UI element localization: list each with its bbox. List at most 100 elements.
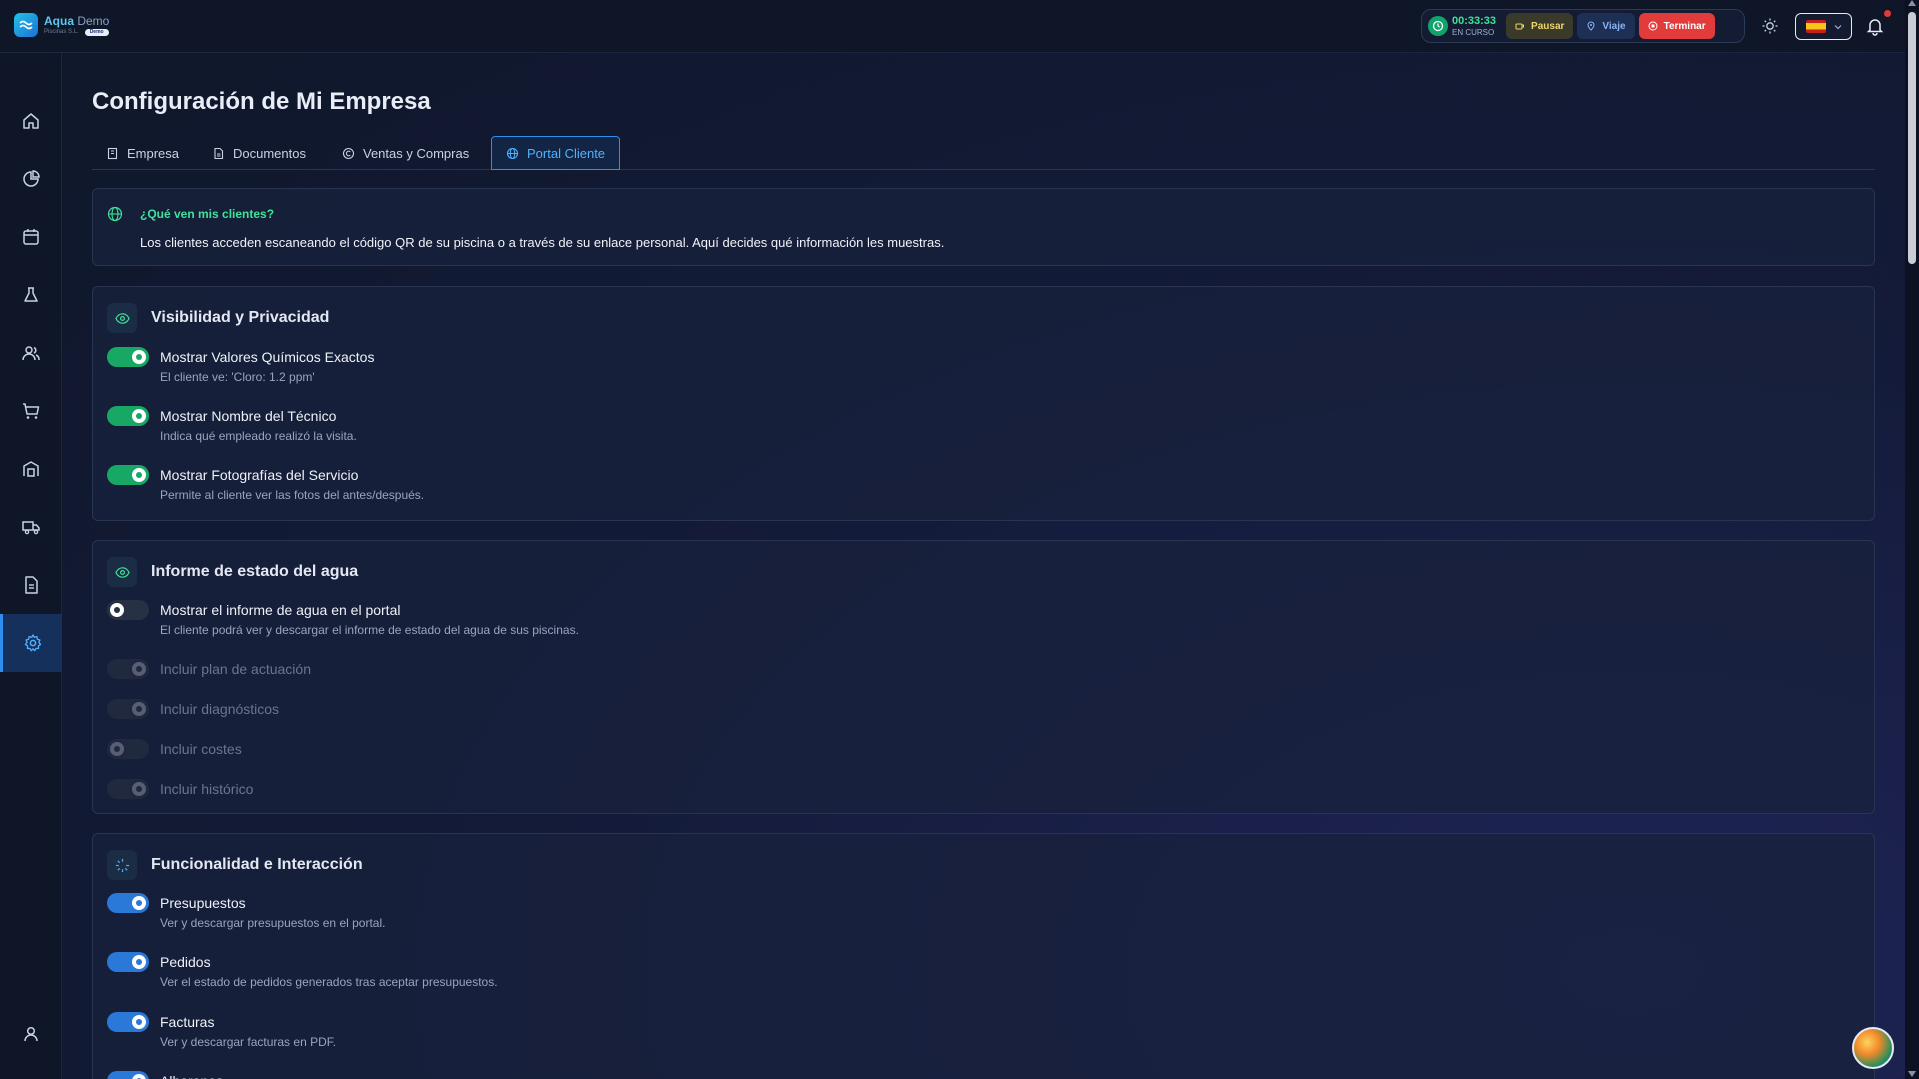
option-history: Incluir histórico	[107, 779, 253, 799]
toggle-switch[interactable]	[107, 1012, 149, 1032]
tab-ventas-compras[interactable]: Ventas y Compras	[328, 136, 483, 170]
sidebar-item-invoices[interactable]	[0, 556, 62, 614]
home-icon	[23, 113, 39, 129]
option-quotes: Presupuestos Ver y descargar presupuesto…	[107, 893, 385, 930]
sidebar-item-settings[interactable]	[0, 614, 62, 672]
sparkle-click-icon	[107, 850, 137, 880]
scroll-thumb[interactable]	[1908, 12, 1916, 264]
toggle-switch[interactable]	[107, 465, 149, 485]
sidebar-item-clients[interactable]	[0, 324, 62, 382]
notification-dot	[1884, 10, 1891, 17]
tab-documentos[interactable]: Documentos	[198, 136, 320, 170]
bell-icon[interactable]	[1865, 16, 1885, 36]
option-label: Incluir costes	[160, 741, 242, 757]
language-select[interactable]	[1795, 13, 1852, 40]
functionality-section: Funcionalidad e Interacción Presupuestos…	[92, 833, 1875, 1079]
top-bar: Aqua Demo Piscinas S.L. Demo 00:33:33 EN …	[0, 0, 1919, 53]
option-label: Incluir diagnósticos	[160, 701, 280, 717]
page-title: Configuración de Mi Empresa	[92, 88, 431, 115]
building-icon	[107, 147, 118, 159]
end-button[interactable]: Terminar	[1638, 13, 1715, 39]
stop-icon	[1648, 21, 1658, 31]
coin-icon	[342, 147, 355, 159]
toggle-switch[interactable]	[107, 893, 149, 913]
tab-empresa[interactable]: Empresa	[92, 136, 193, 170]
option-description: Permite al cliente ver las fotos del ant…	[160, 488, 425, 502]
section-title: Funcionalidad e Interacción	[151, 856, 363, 873]
warehouse-icon	[23, 461, 39, 477]
toggle-switch[interactable]	[107, 952, 149, 972]
wave-logo-icon	[14, 13, 38, 37]
work-timer: 00:33:33 EN CURSO Pausar Viaje Terminar	[1421, 9, 1745, 43]
toggle-switch[interactable]	[107, 347, 149, 367]
sidebar-item-shop[interactable]	[0, 382, 62, 440]
option-chemical-values: Mostrar Valores Químicos Exactos El clie…	[107, 347, 374, 384]
info-panel: ¿Qué ven mis clientes? Los clientes acce…	[92, 188, 1875, 266]
option-orders: Pedidos Ver el estado de pedidos generad…	[107, 952, 498, 989]
flask-icon	[24, 287, 38, 302]
option-description: Ver el estado de pedidos generados tras …	[160, 975, 498, 989]
sidebar-item-dashboard[interactable]	[0, 150, 62, 208]
end-label: Terminar	[1663, 20, 1706, 32]
option-show-water-report: Mostrar el informe de agua en el portal …	[107, 600, 579, 637]
assistant-avatar[interactable]	[1852, 1027, 1894, 1069]
tab-label: Ventas y Compras	[363, 145, 470, 161]
option-label: Mostrar Valores Químicos Exactos	[160, 349, 375, 365]
pause-button[interactable]: Pausar	[1506, 13, 1574, 39]
section-title: Informe de estado del agua	[151, 563, 359, 580]
scroll-down-icon[interactable]	[1908, 1071, 1916, 1077]
app-name-suffix: Demo	[77, 13, 110, 28]
sidebar-item-analysis[interactable]	[0, 266, 62, 324]
toggle-switch[interactable]	[107, 1071, 149, 1079]
toggle-switch[interactable]	[107, 406, 149, 426]
chevron-down-icon	[1834, 24, 1841, 29]
toggle-switch[interactable]	[107, 600, 149, 620]
option-description: El cliente ve: 'Cloro: 1.2 ppm'	[160, 370, 315, 384]
sidebar-item-logistics[interactable]	[0, 498, 62, 556]
trip-button[interactable]: Viaje	[1577, 13, 1635, 39]
app-logo[interactable]: Aqua Demo Piscinas S.L. Demo	[14, 13, 109, 37]
cart-icon	[23, 403, 40, 419]
scroll-up-icon[interactable]	[1908, 0, 1916, 6]
chart-pie-icon	[23, 170, 40, 187]
settings-icon	[24, 634, 41, 652]
tab-label: Empresa	[127, 145, 180, 161]
toggle-switch	[107, 739, 149, 759]
option-description: Ver y descargar facturas en PDF.	[160, 1035, 337, 1049]
option-label: Mostrar Fotografías del Servicio	[160, 467, 359, 483]
sidebar-item-warehouse[interactable]	[0, 440, 62, 498]
app-name: Aqua	[44, 13, 74, 28]
globe-icon	[506, 147, 519, 159]
option-label: Albaranes	[160, 1071, 223, 1079]
section-title: Visibilidad y Privacidad	[151, 309, 330, 326]
toggle-switch	[107, 779, 149, 799]
sidebar-item-home[interactable]	[0, 92, 62, 150]
tab-label: Portal Cliente	[527, 145, 606, 161]
clock-icon	[1428, 16, 1448, 36]
tab-portal-cliente[interactable]: Portal Cliente	[491, 136, 621, 170]
sidebar-item-profile[interactable]	[0, 1005, 62, 1063]
document-icon	[214, 147, 224, 159]
coffee-icon	[1515, 23, 1525, 30]
globe-icon	[107, 206, 123, 222]
option-diagnostics: Incluir diagnósticos	[107, 699, 279, 719]
option-label: Facturas	[160, 1014, 215, 1030]
info-title: ¿Qué ven mis clientes?	[140, 207, 275, 221]
theme-toggle-sun-icon[interactable]	[1761, 17, 1779, 35]
trip-label: Viaje	[1602, 20, 1626, 32]
option-label: Pedidos	[160, 954, 211, 970]
option-invoices: Facturas Ver y descargar facturas en PDF…	[107, 1012, 336, 1049]
settings-tabs: Empresa Documentos Ventas y Compras Port…	[92, 136, 1875, 170]
toggle-switch	[107, 659, 149, 679]
truck-icon	[22, 521, 40, 535]
option-label: Mostrar el informe de agua en el portal	[160, 602, 401, 618]
option-action-plan: Incluir plan de actuación	[107, 659, 311, 679]
sidebar-item-calendar[interactable]	[0, 208, 62, 266]
option-costs: Incluir costes	[107, 739, 242, 759]
toggle-switch	[107, 699, 149, 719]
option-label: Presupuestos	[160, 895, 246, 911]
water-report-section: Informe de estado del agua Mostrar el in…	[92, 540, 1875, 814]
page-scrollbar[interactable]	[1905, 0, 1919, 1079]
option-delivery-notes: Albaranes	[107, 1071, 223, 1079]
visibility-section: Visibilidad y Privacidad Mostrar Valores…	[92, 286, 1875, 521]
